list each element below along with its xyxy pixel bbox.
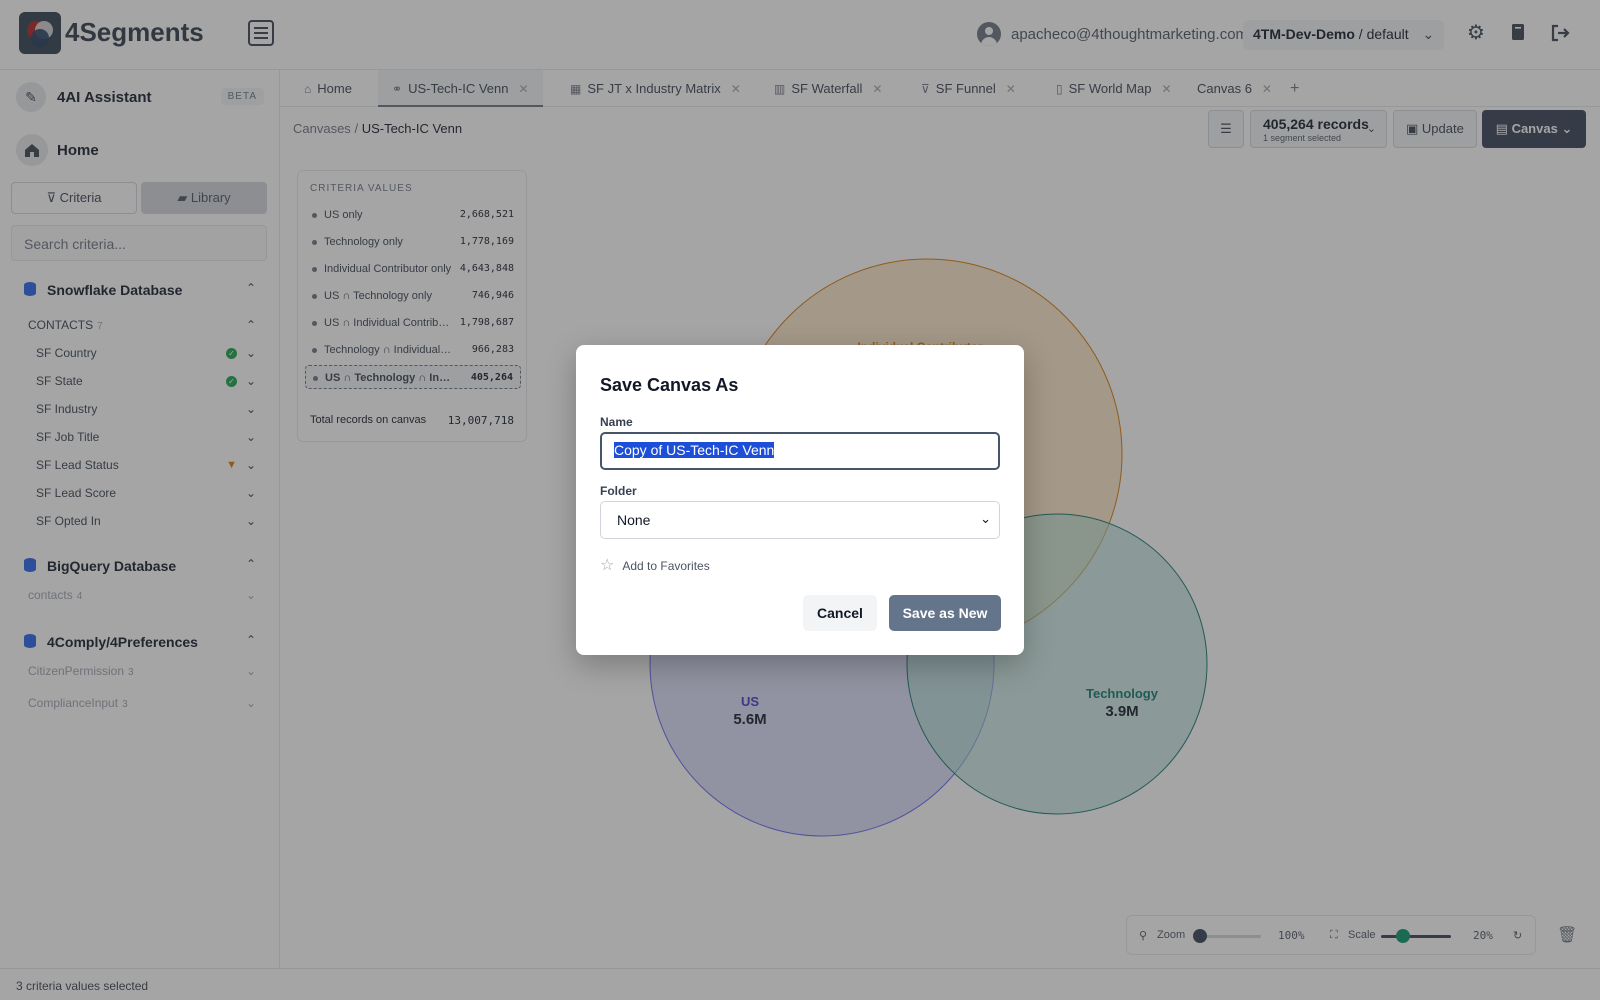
cancel-button[interactable]: Cancel	[803, 595, 877, 631]
dialog-title: Save Canvas As	[600, 375, 739, 395]
star-icon[interactable]: ☆	[600, 557, 614, 574]
folder-value: None	[617, 512, 651, 528]
chevron-down-icon: ⌄	[980, 511, 991, 526]
name-input[interactable]: Copy of US-Tech-IC Venn	[600, 432, 1000, 470]
add-to-favorites[interactable]: ☆ Add to Favorites	[600, 555, 710, 575]
save-as-new-button[interactable]: Save as New	[889, 595, 1001, 631]
name-input-value: Copy of US-Tech-IC Venn	[614, 442, 775, 458]
folder-select[interactable]: None ⌄	[600, 501, 1000, 539]
folder-label: Folder	[600, 484, 637, 498]
save-canvas-dialog: Save Canvas As Name Copy of US-Tech-IC V…	[576, 345, 1024, 655]
favorites-label: Add to Favorites	[622, 559, 710, 573]
name-label: Name	[600, 415, 633, 429]
